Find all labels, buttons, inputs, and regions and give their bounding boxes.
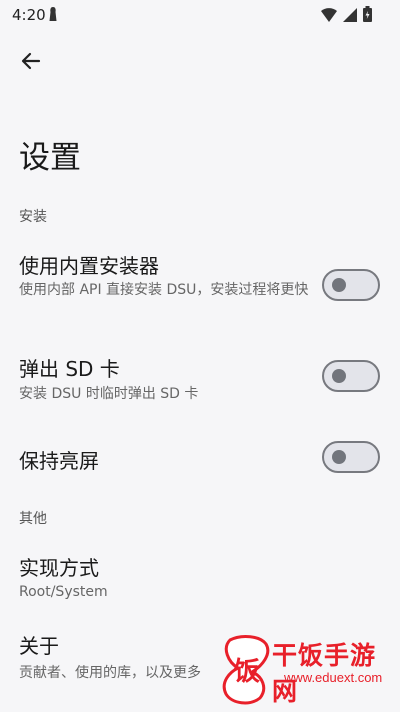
eject-sd-toggle[interactable] — [322, 360, 380, 392]
watermark: 饭 干饭手游网 www.eduext.com — [222, 628, 400, 712]
notification-icon — [48, 6, 58, 26]
status-icons — [321, 6, 372, 26]
wifi-icon — [321, 7, 337, 26]
setting-title: 关于 — [19, 634, 59, 658]
setting-subtitle: 安装 DSU 时临时弹出 SD 卡 — [19, 386, 199, 402]
watermark-url: www.eduext.com — [284, 670, 383, 685]
back-arrow-icon — [21, 51, 41, 75]
keep-screen-on-toggle[interactable] — [322, 441, 380, 473]
svg-text:饭: 饭 — [234, 657, 260, 687]
toggle-knob — [332, 450, 346, 464]
status-bar: 4:20 — [0, 0, 400, 30]
battery-icon — [363, 6, 372, 26]
setting-subtitle: Root/System — [19, 584, 108, 600]
setting-title: 使用内置安装器 — [19, 254, 159, 278]
watermark-logo-icon: 饭 — [222, 635, 270, 705]
setting-title: 实现方式 — [19, 556, 99, 580]
section-header-install: 安装 — [19, 209, 47, 225]
section-header-other: 其他 — [19, 511, 47, 527]
toggle-knob — [332, 278, 346, 292]
signal-icon — [343, 7, 357, 26]
toggle-knob — [332, 369, 346, 383]
setting-subtitle: 使用内部 API 直接安装 DSU，安装过程将更快 — [19, 282, 309, 298]
back-button[interactable] — [14, 46, 48, 80]
builtin-installer-toggle[interactable] — [322, 269, 380, 301]
setting-title: 保持亮屏 — [19, 449, 99, 473]
setting-title: 弹出 SD 卡 — [19, 357, 120, 381]
page-title: 设置 — [19, 140, 81, 176]
status-time: 4:20 — [12, 6, 46, 24]
